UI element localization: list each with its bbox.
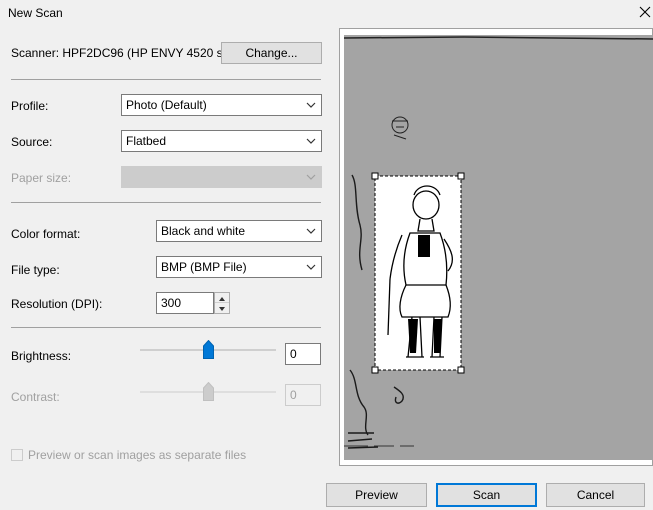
source-value: Flatbed	[126, 134, 167, 148]
scan-button[interactable]: Scan	[436, 483, 537, 507]
source-label: Source:	[11, 135, 53, 149]
file-type-label: File type:	[11, 263, 60, 277]
preview-area[interactable]	[344, 35, 653, 460]
chevron-down-icon	[219, 307, 225, 311]
resolution-label: Resolution (DPI):	[11, 297, 103, 311]
paper-size-select[interactable]	[121, 166, 322, 188]
change-scanner-button[interactable]: Change...	[221, 42, 322, 64]
contrast-label: Contrast:	[11, 390, 60, 404]
color-format-label: Color format:	[11, 227, 81, 241]
chevron-down-icon	[306, 264, 316, 270]
close-button[interactable]	[637, 2, 653, 20]
spin-up-button[interactable]	[215, 293, 229, 303]
close-icon	[639, 6, 651, 18]
brightness-label: Brightness:	[11, 349, 72, 363]
chevron-down-icon	[306, 228, 316, 234]
window-title: New Scan	[8, 6, 63, 20]
separate-files-label: Preview or scan images as separate files	[28, 448, 247, 462]
preview-button[interactable]: Preview	[326, 483, 427, 507]
profile-label: Profile:	[11, 99, 49, 113]
brightness-value[interactable]: 0	[285, 343, 321, 365]
spin-down-button[interactable]	[215, 303, 229, 313]
separator	[11, 202, 321, 203]
file-type-select[interactable]: BMP (BMP File)	[156, 256, 322, 278]
resolution-input[interactable]: 300	[156, 292, 214, 314]
contrast-value[interactable]: 0	[285, 384, 321, 406]
color-format-value: Black and white	[161, 224, 246, 238]
file-type-value: BMP (BMP File)	[161, 260, 247, 274]
brightness-slider-thumb[interactable]	[203, 339, 214, 359]
chevron-down-icon	[306, 138, 316, 144]
chevron-down-icon	[306, 102, 316, 108]
profile-select[interactable]: Photo (Default)	[121, 94, 322, 116]
resolution-spinner[interactable]	[214, 292, 230, 314]
color-format-select[interactable]: Black and white	[156, 220, 322, 242]
source-select[interactable]: Flatbed	[121, 130, 322, 152]
separator	[11, 327, 321, 328]
paper-size-label: Paper size:	[11, 171, 72, 185]
cancel-button[interactable]: Cancel	[546, 483, 645, 507]
separate-files-checkbox[interactable]	[11, 449, 23, 461]
scanner-label: Scanner: HPF2DC96 (HP ENVY 4520 s...	[11, 46, 233, 60]
contrast-slider-thumb[interactable]	[203, 381, 214, 401]
chevron-down-icon	[306, 174, 316, 180]
profile-value: Photo (Default)	[126, 98, 207, 112]
separator	[11, 79, 321, 80]
scanned-sketch-image	[344, 36, 653, 449]
